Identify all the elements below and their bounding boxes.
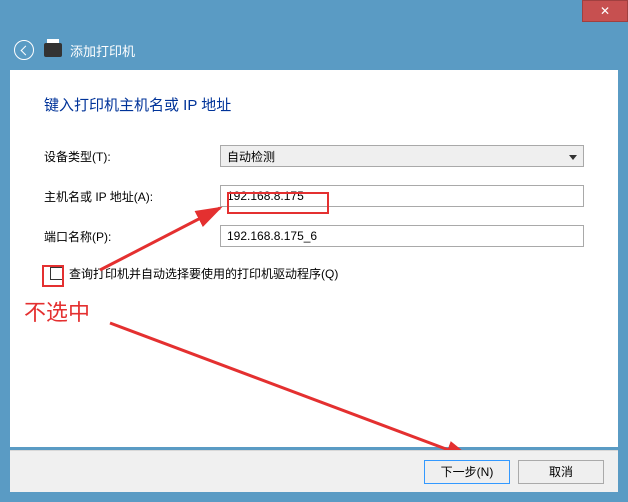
titlebar: ✕ xyxy=(0,0,628,30)
page-title: 键入打印机主机名或 IP 地址 xyxy=(10,70,618,115)
hostname-label: 主机名或 IP 地址(A): xyxy=(44,188,220,205)
printer-icon xyxy=(44,43,62,57)
query-label: 查询打印机并自动选择要使用的打印机驱动程序(Q) xyxy=(69,265,338,282)
device-type-select[interactable]: 自动检测 xyxy=(220,145,584,167)
next-button[interactable]: 下一步(N) xyxy=(424,460,510,484)
port-row: 端口名称(P): xyxy=(44,225,584,247)
port-label: 端口名称(P): xyxy=(44,228,220,245)
device-type-label: 设备类型(T): xyxy=(44,148,220,165)
window-title: 添加打印机 xyxy=(70,41,135,60)
close-button[interactable]: ✕ xyxy=(582,0,628,22)
form: 设备类型(T): 自动检测 主机名或 IP 地址(A): 端口名称(P): 查询… xyxy=(10,115,618,282)
hostname-input[interactable] xyxy=(220,185,584,207)
content-area: 键入打印机主机名或 IP 地址 设备类型(T): 自动检测 主机名或 IP 地址… xyxy=(10,70,618,447)
cancel-button[interactable]: 取消 xyxy=(518,460,604,484)
query-checkbox-row: 查询打印机并自动选择要使用的打印机驱动程序(Q) xyxy=(44,265,584,282)
annotation-arrow-to-next xyxy=(105,318,485,468)
query-checkbox[interactable] xyxy=(50,267,63,280)
back-button[interactable] xyxy=(14,40,34,60)
hostname-row: 主机名或 IP 地址(A): xyxy=(44,185,584,207)
annotation-text: 不选中 xyxy=(24,295,90,327)
footer: 下一步(N) 取消 xyxy=(10,450,618,492)
wizard-header: 添加打印机 xyxy=(0,30,628,70)
close-icon: ✕ xyxy=(600,4,610,18)
device-type-row: 设备类型(T): 自动检测 xyxy=(44,145,584,167)
device-type-value: 自动检测 xyxy=(227,148,275,165)
chevron-down-icon xyxy=(569,149,577,163)
port-input[interactable] xyxy=(220,225,584,247)
